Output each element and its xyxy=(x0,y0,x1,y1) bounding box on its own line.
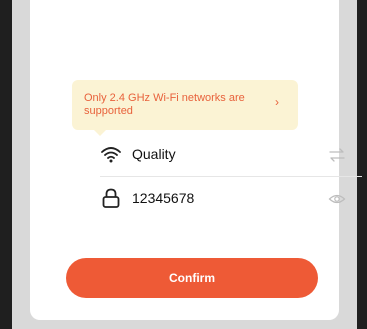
wifi-network-row[interactable]: Quality xyxy=(100,140,362,170)
wifi-network-name: Quality xyxy=(132,146,176,162)
device-frame-left xyxy=(0,0,12,329)
lock-icon xyxy=(102,188,120,208)
notice-text: Only 2.4 GHz Wi-Fi networks are supporte… xyxy=(84,92,245,117)
password-field[interactable]: 12345678 xyxy=(132,190,194,206)
password-row[interactable]: 12345678 xyxy=(100,184,362,214)
wifi-icon xyxy=(101,147,121,163)
eye-icon[interactable] xyxy=(328,191,346,207)
notice-banner[interactable]: Only 2.4 GHz Wi-Fi networks are supporte… xyxy=(72,80,298,136)
swap-icon[interactable] xyxy=(328,147,346,163)
confirm-button[interactable]: Confirm xyxy=(66,258,318,298)
row-divider xyxy=(100,176,362,177)
banner-tail xyxy=(94,130,106,136)
chevron-right-icon: › xyxy=(275,95,279,109)
